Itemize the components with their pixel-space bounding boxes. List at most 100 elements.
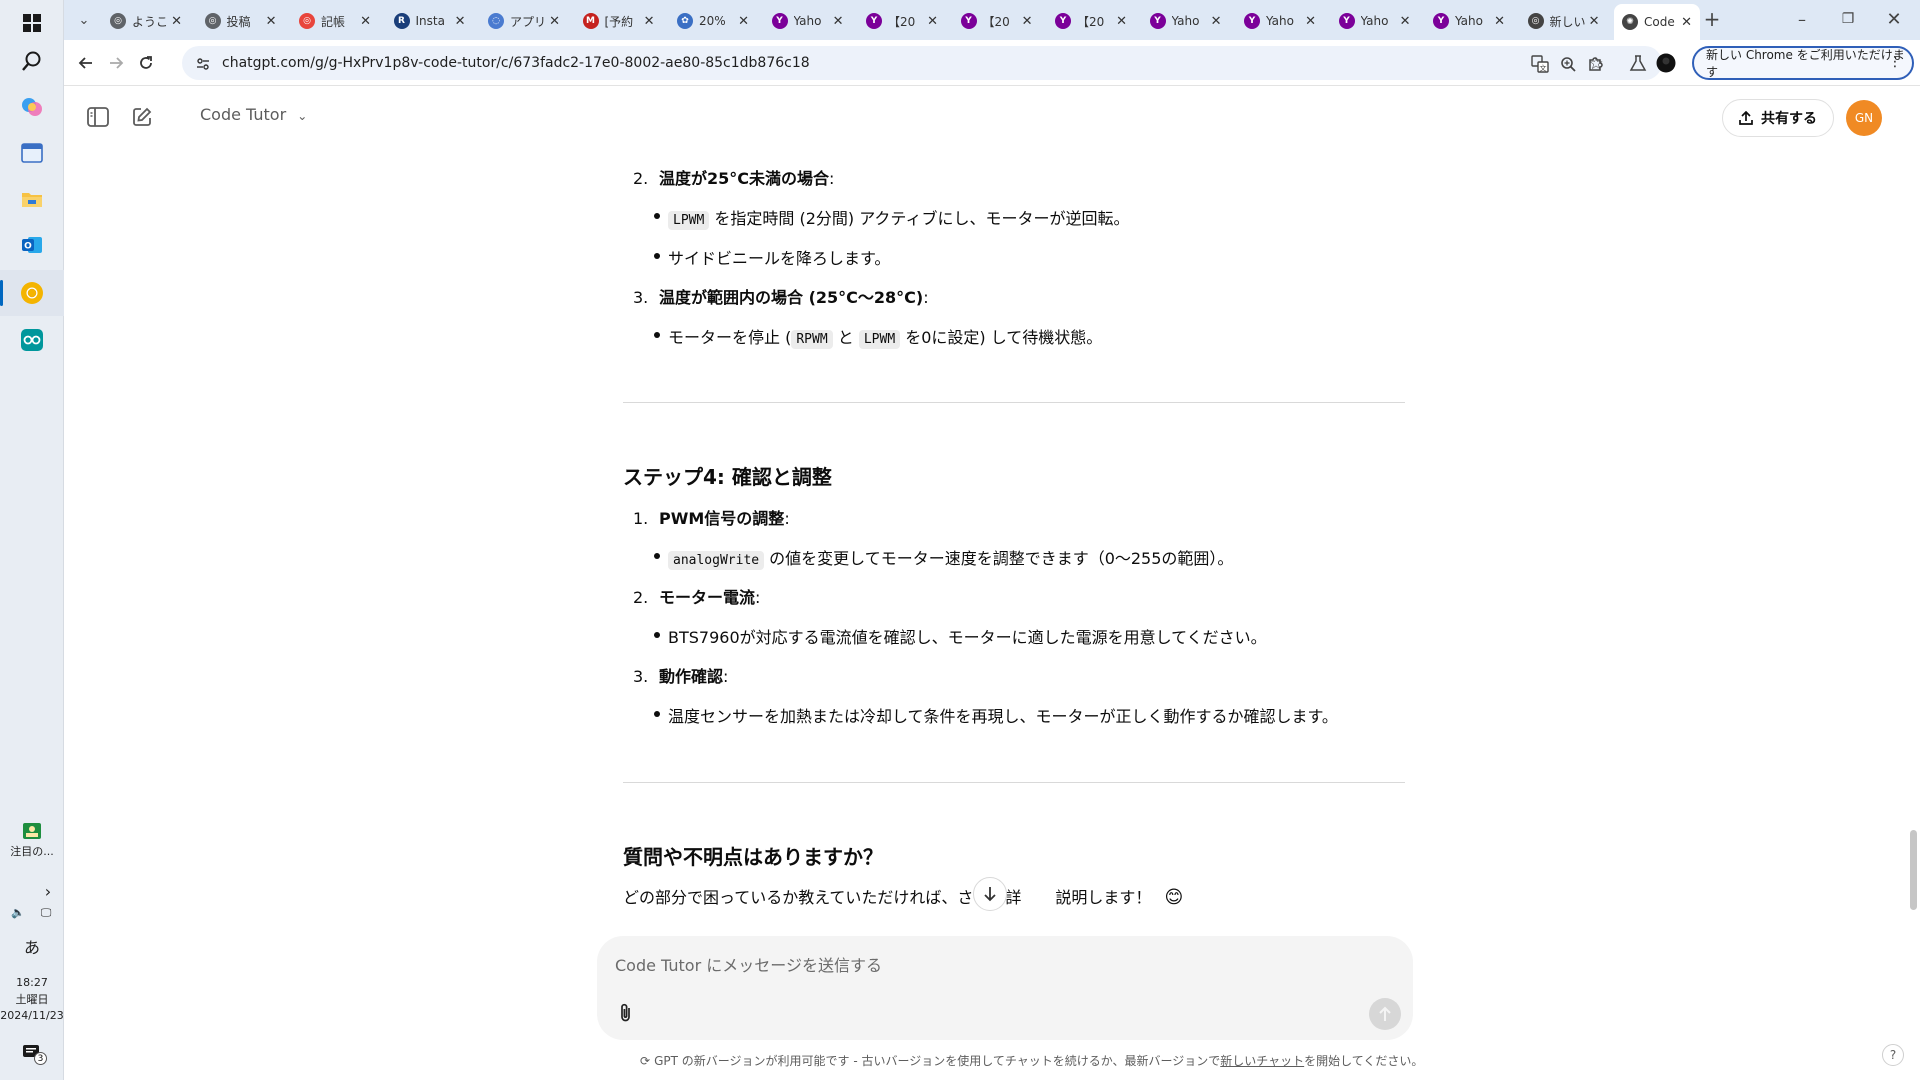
widgets-label[interactable]: 注目の... [0, 843, 64, 859]
ime-indicator[interactable]: あ [0, 934, 64, 958]
tab-close-icon[interactable]: ✕ [1400, 14, 1411, 29]
taskbar-copilot[interactable] [0, 84, 64, 130]
inline-code: LPWM [858, 330, 901, 349]
browser-tab[interactable]: Y 【20 ✕ [1047, 6, 1135, 36]
tab-close-icon[interactable]: ✕ [549, 14, 560, 29]
tab-favicon-icon: Y [866, 13, 882, 29]
widgets-button[interactable] [0, 816, 64, 846]
browser-tab[interactable]: ✿ 20% ✕ [669, 6, 757, 36]
tab-favicon-icon: Y [1055, 13, 1071, 29]
tab-title: 記帳 [321, 14, 346, 29]
help-button[interactable]: ? [1882, 1044, 1904, 1066]
close-window-button[interactable]: ✕ [1880, 5, 1908, 33]
message-input[interactable] [615, 950, 1375, 980]
chrome-update-label: 新しい Chrome をご利用いただけます [1706, 48, 1905, 79]
new-tab-button[interactable]: + [1698, 5, 1726, 33]
labs-flask-icon[interactable] [1624, 49, 1652, 77]
divider [623, 402, 1405, 403]
sidebar-toggle-button[interactable] [84, 103, 112, 131]
sidebar-icon [87, 107, 109, 127]
taskbar-arduino[interactable] [0, 317, 64, 363]
tab-close-icon[interactable]: ✕ [1305, 14, 1316, 29]
user-avatar[interactable]: GN [1846, 100, 1882, 136]
extensions-icon[interactable] [1582, 49, 1610, 77]
taskbar-file-explorer[interactable] [0, 176, 64, 222]
tab-close-icon[interactable]: ✕ [360, 14, 371, 29]
tab-title: Yaho [793, 14, 822, 28]
browser-tab[interactable]: Y Yaho ✕ [1331, 6, 1419, 36]
tab-close-icon[interactable]: ✕ [833, 14, 844, 29]
tab-close-icon[interactable]: ✕ [266, 14, 277, 29]
taskbar-chrome[interactable] [0, 270, 64, 316]
browser-tab[interactable]: R Insta ✕ [386, 6, 474, 36]
browser-tab[interactable]: ✺ Code ✕ [1614, 4, 1700, 40]
zoom-icon[interactable] [1557, 53, 1579, 75]
reload-button[interactable] [132, 49, 160, 77]
browser-tab[interactable]: Y Yaho ✕ [764, 6, 852, 36]
address-bar[interactable]: chatgpt.com/g/g-HxPrv1p8v-code-tutor/c/6… [182, 46, 1662, 80]
tab-favicon-icon: Y [1244, 13, 1260, 29]
url-text[interactable]: chatgpt.com/g/g-HxPrv1p8v-code-tutor/c/6… [222, 55, 810, 71]
windows-taskbar: O 注目の... › 🔈 🖵 あ 18:27 土曜日 2024/11/23 3 [0, 0, 64, 1080]
profile-avatar-icon[interactable] [1652, 49, 1680, 77]
search-icon [22, 51, 41, 71]
tab-close-icon[interactable]: ✕ [1589, 14, 1600, 29]
site-info-icon[interactable] [192, 53, 214, 75]
share-button[interactable]: 共有する [1722, 99, 1834, 137]
tab-title: 20% [699, 14, 726, 28]
translate-icon[interactable]: 文 [1529, 53, 1551, 75]
tab-favicon-icon: ◎ [110, 13, 126, 29]
browser-tab[interactable]: ◎ 新しい ✕ [1520, 6, 1608, 36]
browser-tab[interactable]: ◎ 投稿 ✕ [197, 6, 285, 36]
volume-icon[interactable]: 🔈 [8, 906, 28, 919]
chrome-update-button[interactable]: 新しい Chrome をご利用いただけます ⋮ [1692, 46, 1914, 80]
tab-close-icon[interactable]: ✕ [1211, 14, 1222, 29]
tab-close-icon[interactable]: ✕ [927, 14, 938, 29]
inline-code: RPWM [791, 330, 833, 349]
tab-close-icon[interactable]: ✕ [1022, 14, 1033, 29]
scroll-to-bottom-button[interactable] [973, 877, 1007, 911]
widgets-news-icon [23, 823, 41, 839]
tab-close-icon[interactable]: ✕ [1681, 15, 1692, 30]
show-hidden-icons-chevron-icon[interactable]: › [38, 882, 58, 901]
tab-search-chevron-icon[interactable]: ⌄ [70, 6, 98, 34]
taskbar-window-app[interactable] [0, 130, 64, 176]
restore-window-button[interactable]: ❐ [1834, 5, 1862, 33]
taskbar-outlook[interactable]: O [0, 222, 64, 268]
tab-favicon-icon: R [393, 13, 410, 29]
browser-tab[interactable]: Y Yaho ✕ [1425, 6, 1513, 36]
browser-tab[interactable]: Y Yaho ✕ [1142, 6, 1230, 36]
browser-tab[interactable]: Y Yaho ✕ [1236, 6, 1324, 36]
tab-close-icon[interactable]: ✕ [738, 14, 749, 29]
browser-tab[interactable]: Y 【20 ✕ [858, 6, 946, 36]
back-button[interactable] [72, 49, 100, 77]
tab-close-icon[interactable]: ✕ [1494, 14, 1505, 29]
browser-tab[interactable]: M [予約 ✕ [575, 6, 663, 36]
scrollbar-thumb[interactable] [1910, 830, 1917, 910]
network-icon[interactable]: 🖵 [36, 906, 56, 920]
minimize-window-button[interactable]: – [1788, 5, 1816, 33]
bullet-item: analogWrite の値を変更してモーター速度を調整できます（0〜255の範… [653, 545, 1233, 570]
forward-arrow-icon [110, 57, 124, 69]
gpt-model-selector[interactable]: Code Tutor ⌄ [200, 105, 307, 124]
attach-file-button[interactable] [611, 998, 641, 1028]
chevron-down-icon: ⌄ [297, 109, 308, 123]
browser-tab[interactable]: ◎ 記帳 ✕ [291, 6, 379, 36]
tab-close-icon[interactable]: ✕ [644, 14, 655, 29]
tab-close-icon[interactable]: ✕ [171, 14, 182, 29]
tab-close-icon[interactable]: ✕ [1116, 14, 1127, 29]
new-chat-button[interactable] [128, 103, 156, 131]
taskbar-search-button[interactable] [0, 38, 64, 84]
new-chat-link[interactable]: 新しいチャット [1220, 1054, 1304, 1068]
svg-text:O: O [24, 242, 32, 252]
tab-close-icon[interactable]: ✕ [455, 14, 466, 29]
tab-favicon-icon: ◌ [488, 13, 504, 29]
notification-center-button[interactable]: 3 [0, 1038, 64, 1068]
tab-favicon-icon: Y [1433, 13, 1449, 29]
browser-tab[interactable]: Y 【20 ✕ [953, 6, 1041, 36]
forward-button[interactable] [102, 49, 130, 77]
browser-tab[interactable]: ◎ ようこ ✕ [102, 6, 190, 36]
clock-date: 2024/11/23 [0, 1009, 64, 1022]
browser-tab[interactable]: ◌ アプリ ✕ [480, 6, 568, 36]
send-button[interactable] [1369, 998, 1401, 1030]
